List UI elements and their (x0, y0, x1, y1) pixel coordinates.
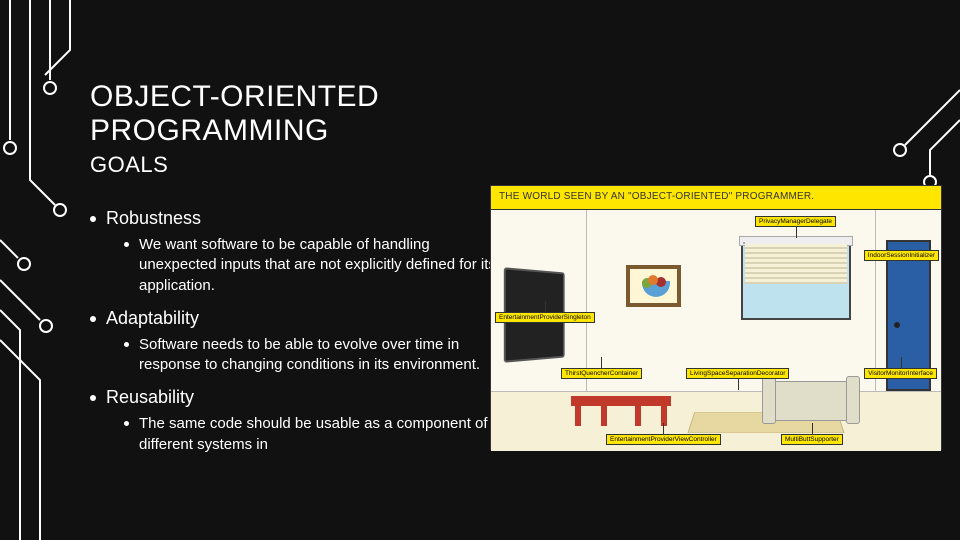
slide-subtitle: GOALS (90, 152, 510, 178)
table-shape (571, 396, 671, 426)
bullet-dot (124, 421, 129, 426)
cartoon-room: PrivacyManagerDelegate IndoorSessionInit… (491, 210, 941, 451)
couch-shape (771, 381, 851, 421)
cartoon-label: LivingSpaceSeparationDecorator (686, 368, 789, 379)
cartoon-image: THE WORLD SEEN BY AN "OBJECT-ORIENTED" P… (490, 185, 942, 450)
cartoon-label: IndoorSessionInitializer (864, 250, 939, 261)
bullet-dot (90, 216, 96, 222)
bullet-dot (90, 395, 96, 401)
bullet-text: We want software to be capable of handli… (139, 235, 510, 296)
cartoon-label: EntertainmentProviderSingleton (495, 312, 595, 323)
bullet-text: The same code should be usable as a comp… (139, 414, 510, 455)
bullet-dot (124, 242, 129, 247)
cartoon-label: PrivacyManagerDelegate (755, 216, 836, 227)
cartoon-caption: THE WORLD SEEN BY AN "OBJECT-ORIENTED" P… (491, 186, 941, 210)
bullet-dot (124, 342, 129, 347)
bullet-text: Software needs to be able to evolve over… (139, 335, 510, 376)
slide-title: OBJECT-ORIENTED PROGRAMMING (90, 80, 510, 148)
bullet-dot (90, 316, 96, 322)
slide-content: OBJECT-ORIENTED PROGRAMMING GOALS Robust… (90, 80, 510, 467)
cartoon-label: VisitorMonitorInterface (864, 368, 937, 379)
cartoon-label: MultiButtSupporter (781, 434, 843, 445)
window-shape (741, 240, 851, 320)
bullet-heading: Reusability (106, 387, 194, 408)
bullet-heading: Robustness (106, 208, 201, 229)
picture-shape (626, 265, 681, 307)
cartoon-label: ThirstQuencherContainer (561, 368, 642, 379)
bullet-heading: Adaptability (106, 308, 199, 329)
cartoon-label: EntertainmentProviderViewController (606, 434, 721, 445)
bullet-list: Robustness We want software to be capabl… (90, 208, 510, 455)
